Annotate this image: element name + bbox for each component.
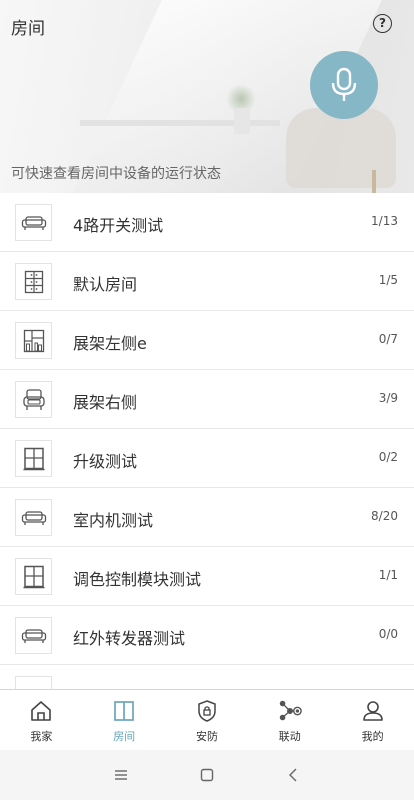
- voice-button[interactable]: [310, 51, 378, 119]
- room-device-count: 1/13: [371, 214, 398, 228]
- room-row[interactable]: [0, 665, 414, 689]
- back-button[interactable]: [250, 750, 336, 800]
- menu-icon: [115, 770, 127, 780]
- banner-chair-leg-decoration: [372, 170, 376, 193]
- nav-item-mine[interactable]: 我的: [331, 690, 414, 750]
- home-icon: [28, 698, 54, 724]
- microphone-icon: [331, 67, 357, 101]
- system-nav-bar: [0, 750, 414, 800]
- room-row[interactable]: 展架左侧e 0/7: [0, 311, 414, 370]
- menu-button[interactable]: [78, 750, 164, 800]
- room-name: 红外转发器测试: [73, 629, 186, 648]
- room-row[interactable]: 展架右侧 3/9: [0, 370, 414, 429]
- page-subtitle: 可快速查看房间中设备的运行状态: [11, 166, 221, 182]
- room-name: 调色控制模块测试: [73, 570, 202, 589]
- room-row[interactable]: 调色控制模块测试 1/1: [0, 547, 414, 606]
- banner-shelf-decoration: [80, 120, 280, 126]
- room-header-banner: 房间 ? 可快速查看房间中设备的运行状态: [0, 0, 414, 193]
- cabinet-icon: [15, 263, 52, 300]
- nav-item-home[interactable]: 我家: [0, 690, 83, 750]
- room-device-count: 0/0: [378, 627, 398, 641]
- room-device-count: 0/2: [378, 450, 398, 464]
- room-icon: [15, 676, 52, 689]
- room-row[interactable]: 室内机测试 8/20: [0, 488, 414, 547]
- square-icon: [200, 768, 214, 782]
- shield-lock-icon: [194, 698, 220, 724]
- nav-item-linkage[interactable]: 联动: [248, 690, 331, 750]
- window-icon: [15, 440, 52, 477]
- room-name: 升级测试: [73, 452, 138, 471]
- room-device-count: 8/20: [371, 509, 398, 523]
- room-list: 4路开关测试 1/13 默认房间 1/5 展架左侧e 0/7 展架右侧 3/9 …: [0, 193, 414, 689]
- page-title: 房间: [11, 19, 45, 39]
- window-icon: [15, 558, 52, 595]
- sofa-icon: [15, 204, 52, 241]
- room-name: 默认房间: [73, 275, 138, 294]
- room-device-count: 3/9: [378, 391, 398, 405]
- room-row[interactable]: 红外转发器测试 0/0: [0, 606, 414, 665]
- user-icon: [360, 698, 386, 724]
- room-name: 4路开关测试: [73, 216, 164, 235]
- room-name: 展架左侧e: [73, 334, 147, 353]
- room-row[interactable]: 升级测试 0/2: [0, 429, 414, 488]
- bookshelf-icon: [15, 322, 52, 359]
- room-row[interactable]: 4路开关测试 1/13: [0, 193, 414, 252]
- back-arrow-icon: [289, 768, 297, 782]
- armchair-icon: [15, 381, 52, 418]
- linkage-icon: [277, 698, 303, 724]
- room-device-count: 1/1: [378, 568, 398, 582]
- room-device-count: 1/5: [378, 273, 398, 287]
- room-device-count: 0/7: [378, 332, 398, 346]
- door-icon: [111, 698, 137, 724]
- nav-label-security: 安防: [195, 730, 218, 743]
- nav-item-security[interactable]: 安防: [166, 690, 249, 750]
- nav-label-rooms: 房间: [113, 730, 136, 743]
- bottom-nav: 我家 房间 安防 联动 我的: [0, 689, 414, 750]
- sofa-icon: [15, 617, 52, 654]
- nav-label-linkage: 联动: [278, 730, 301, 743]
- banner-vase-decoration: [234, 108, 250, 134]
- room-name: 室内机测试: [73, 511, 154, 530]
- nav-label-mine: 我的: [361, 730, 384, 743]
- home-system-button[interactable]: [164, 750, 250, 800]
- nav-item-rooms[interactable]: 房间: [83, 690, 166, 750]
- help-icon[interactable]: ?: [373, 14, 392, 33]
- banner-chair-decoration: [286, 108, 396, 188]
- sofa-icon: [15, 499, 52, 536]
- room-row[interactable]: 默认房间 1/5: [0, 252, 414, 311]
- nav-label-home: 我家: [30, 730, 53, 743]
- room-name: 展架右侧: [73, 393, 138, 412]
